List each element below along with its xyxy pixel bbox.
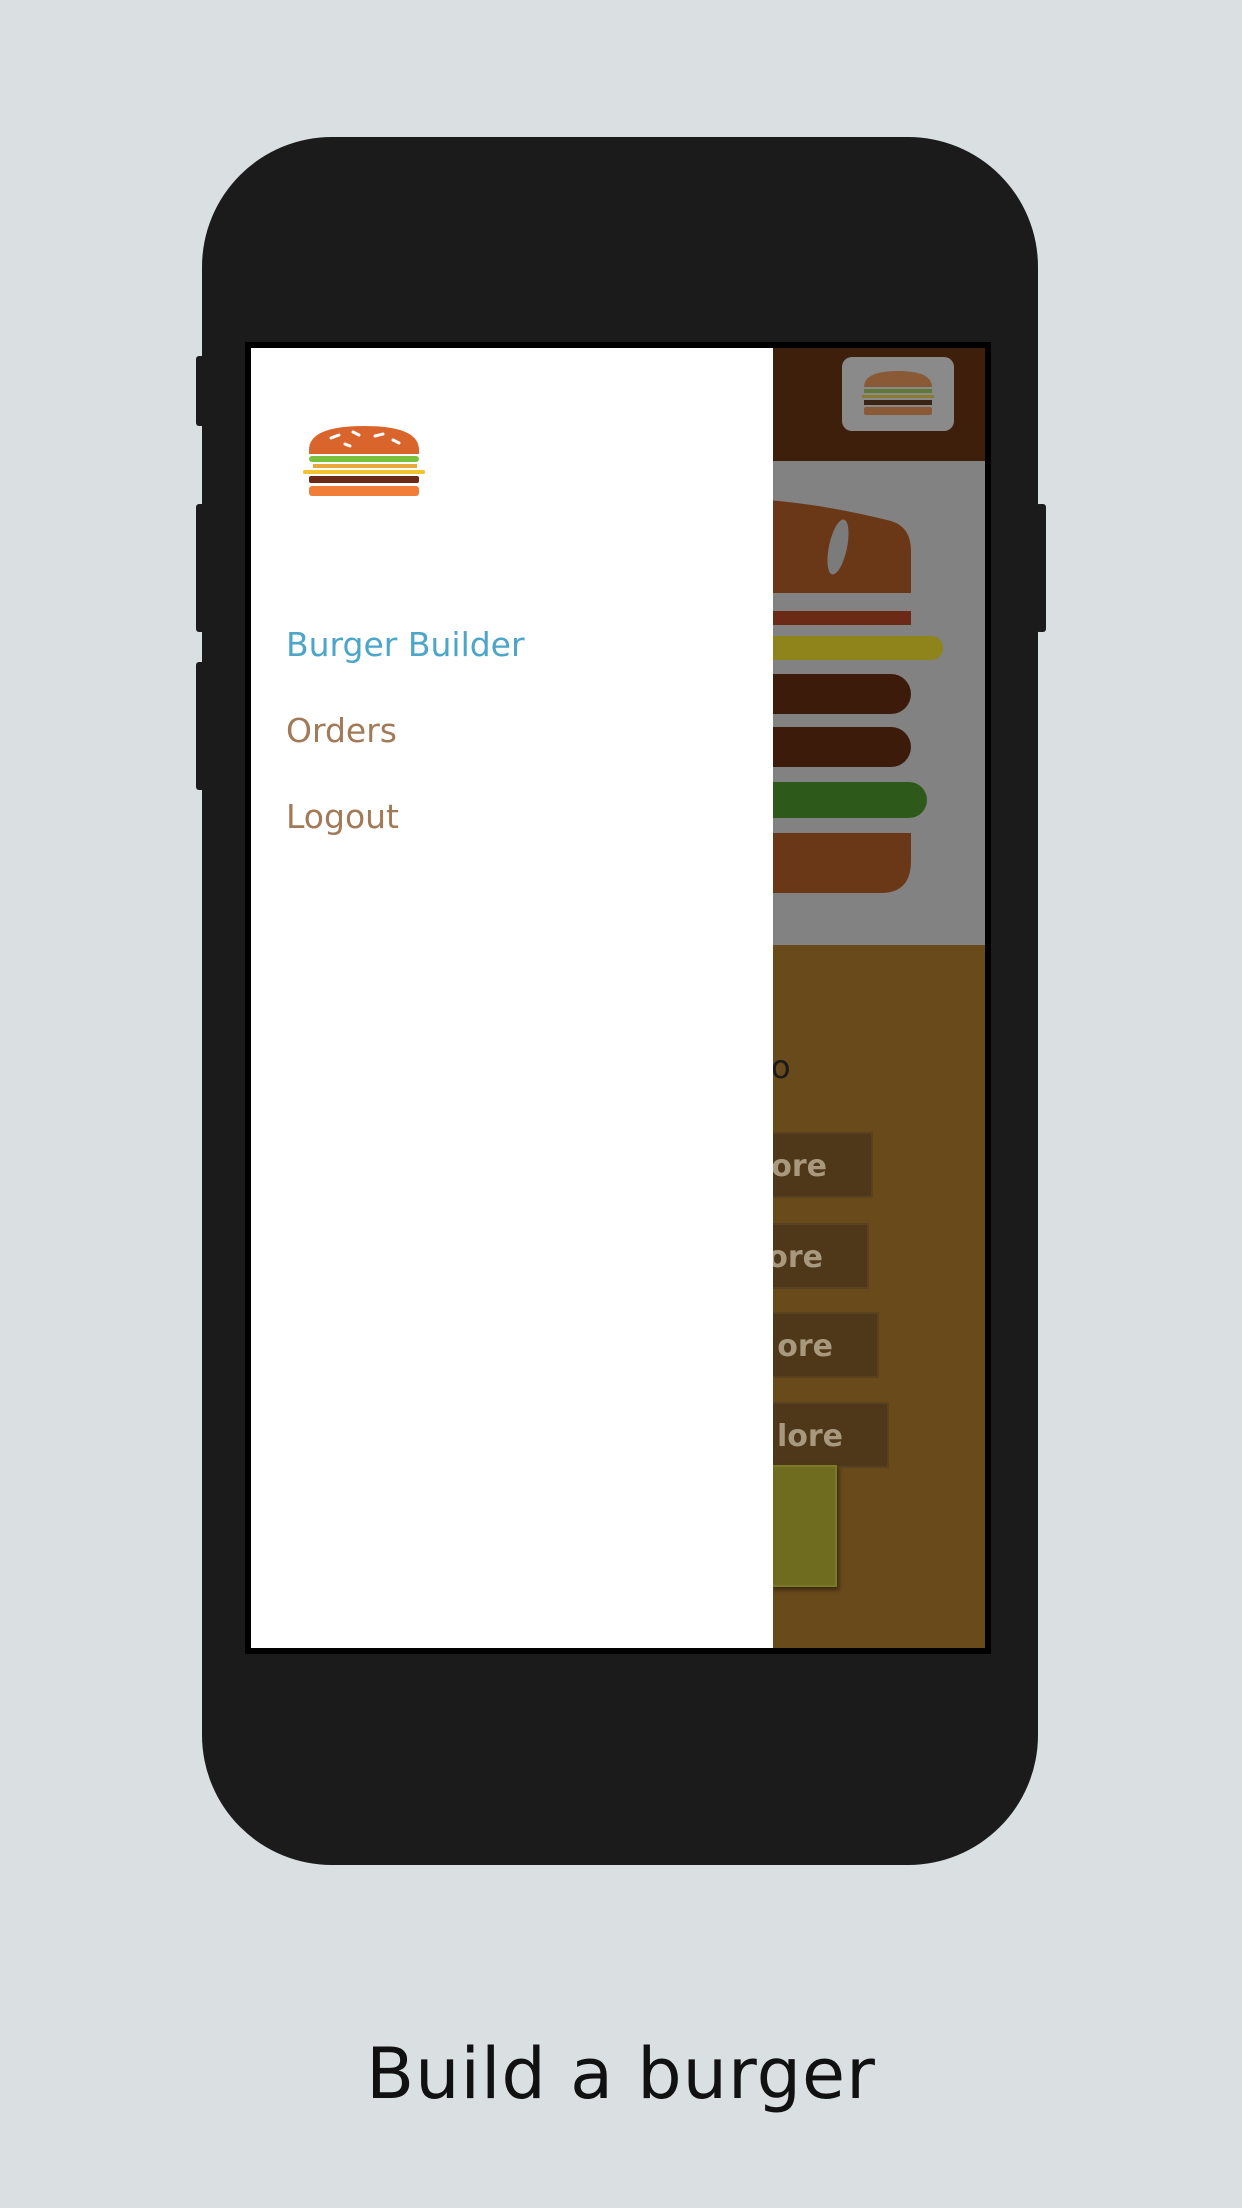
phone-screen: o ore ore ore lore Burger Builder Orders…: [245, 342, 991, 1654]
nav-item-logout[interactable]: Logout: [286, 797, 399, 836]
phone-power-button: [1036, 504, 1046, 632]
phone-mute-switch: [196, 356, 206, 426]
nav-item-orders[interactable]: Orders: [286, 711, 397, 750]
burger-logo-icon: [862, 371, 934, 415]
price-label: o: [771, 1048, 791, 1086]
toolbar-logo-button[interactable]: [842, 357, 954, 431]
burger-logo-icon: [303, 426, 425, 496]
side-drawer: Burger Builder Orders Logout: [251, 348, 773, 1648]
order-now-button[interactable]: [771, 1465, 837, 1587]
nav-item-burger-builder[interactable]: Burger Builder: [286, 625, 525, 664]
caption: Build a burger: [366, 2033, 876, 2115]
phone-volume-down-button: [196, 662, 206, 790]
phone-volume-up-button: [196, 504, 206, 632]
drawer-logo: [301, 420, 427, 498]
